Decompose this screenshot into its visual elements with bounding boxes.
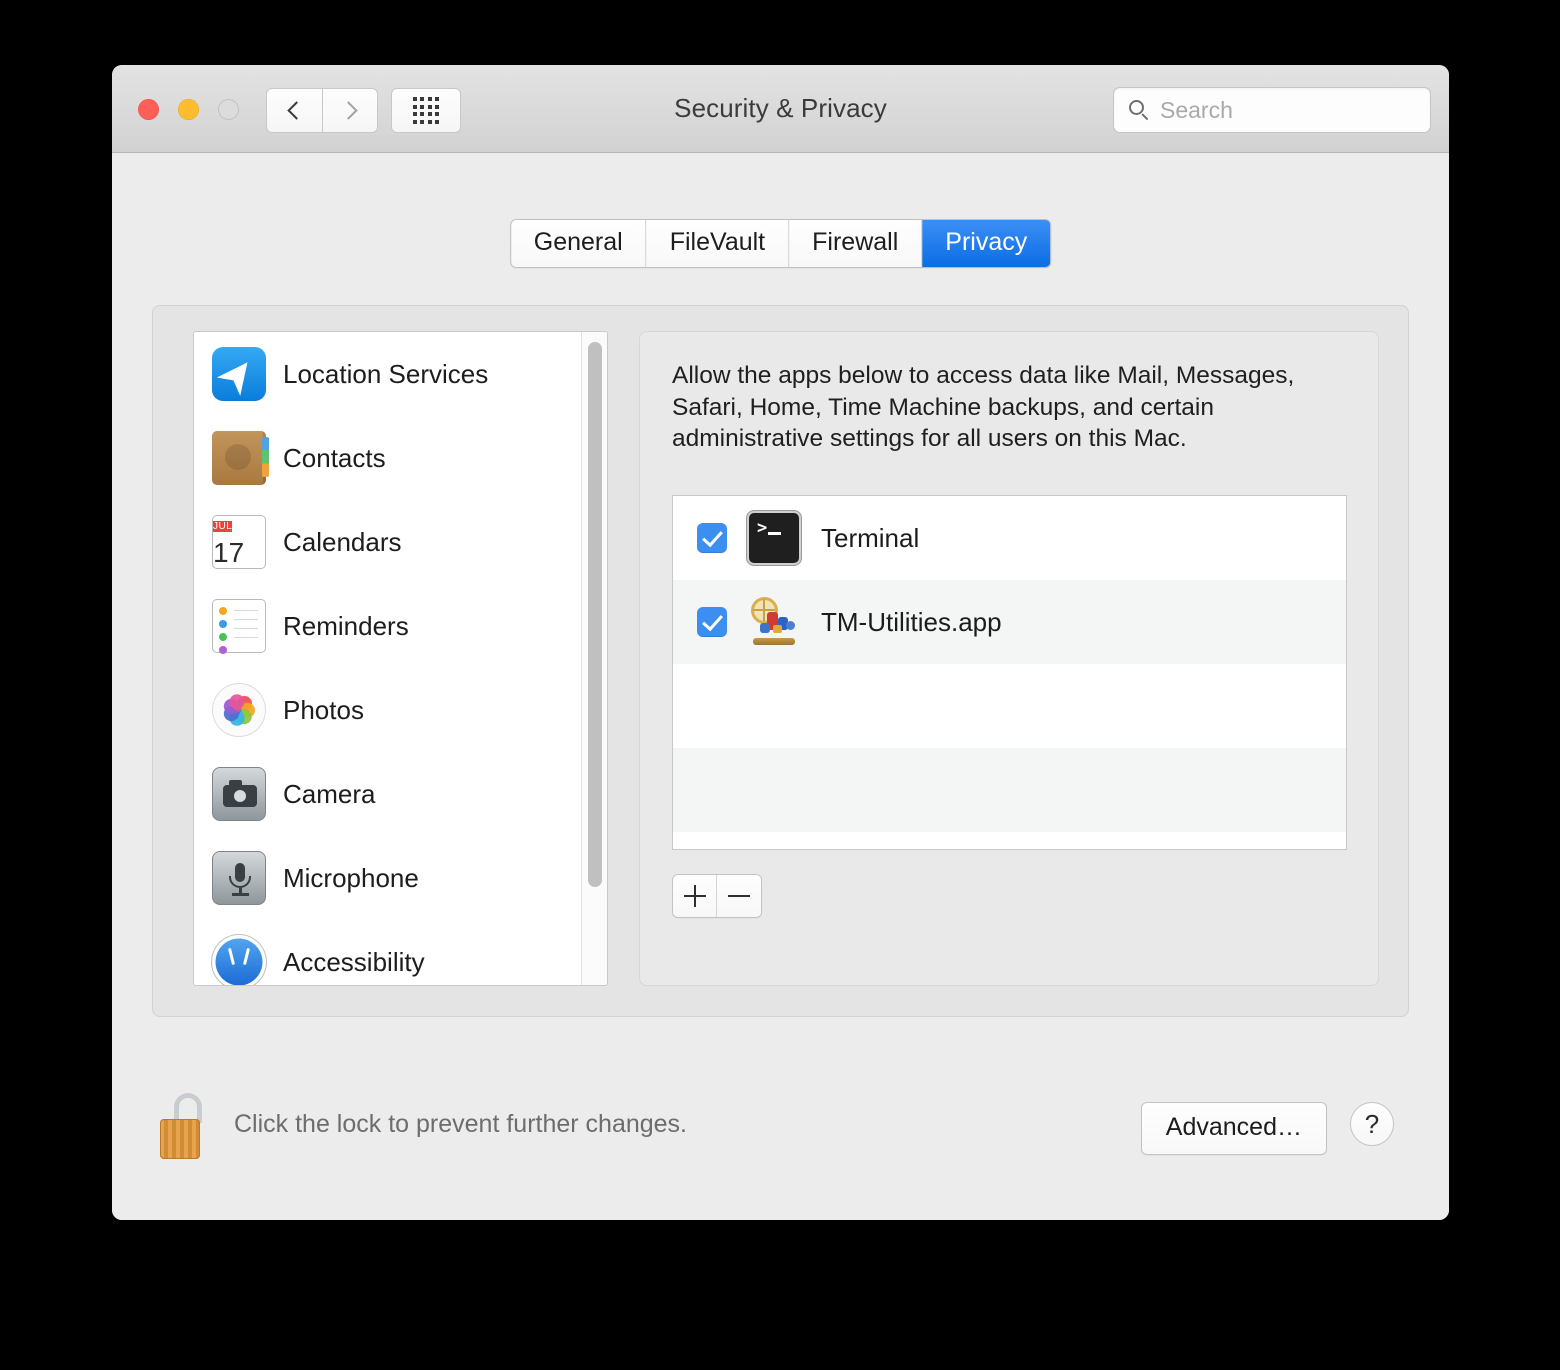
sidebar-item-location-services[interactable]: Location Services [194,332,581,416]
pane-description: Allow the apps below to access data like… [672,362,1295,453]
tm-utilities-icon [747,595,801,649]
camera-icon [212,767,266,821]
window-body: General FileVault Firewall Privacy Locat… [112,153,1449,1220]
sidebar-item-label: Contacts [283,442,386,473]
sidebar-item-contacts[interactable]: Contacts [194,416,581,500]
app-checkbox[interactable] [697,607,727,637]
calendar-month: JUL [213,521,233,532]
sidebar-item-reminders[interactable]: Reminders [194,584,581,668]
table-row[interactable]: > Terminal [673,496,1346,580]
sidebar-item-label: Calendars [283,526,402,557]
plus-icon [683,885,706,907]
window-titlebar: Security & Privacy Search [112,65,1449,153]
sidebar-item-label: Location Services [283,358,489,389]
remove-app-button[interactable] [717,875,761,917]
accessibility-icon [212,935,266,985]
calendars-icon: JUL 17 [212,515,266,569]
table-row[interactable]: TM-Utilities.app [673,580,1346,664]
unlocked-padlock-icon[interactable] [160,1093,216,1159]
search-field[interactable]: Search [1113,87,1431,133]
full-disk-access-pane: Allow the apps below to access data like… [639,331,1379,986]
calendar-day: 17 [213,537,245,568]
sidebar-item-label: Camera [283,778,376,809]
search-icon [1128,99,1150,121]
search-placeholder: Search [1160,96,1233,123]
sidebar-item-label: Microphone [283,862,419,893]
app-name: Terminal [821,522,920,553]
add-app-button[interactable] [673,875,717,917]
minus-icon [728,894,750,898]
tab-privacy[interactable]: Privacy [922,220,1051,267]
category-items: Location Services Contacts JUL 17 Calend… [194,332,581,985]
help-button[interactable]: ? [1350,1102,1394,1146]
table-row-empty [673,748,1346,832]
table-row-empty [673,664,1346,748]
sidebar-item-camera[interactable]: Camera [194,752,581,836]
sidebar-item-calendars[interactable]: JUL 17 Calendars [194,500,581,584]
app-name: TM-Utilities.app [821,606,1002,637]
add-remove-buttons [672,874,762,918]
privacy-panel: Location Services Contacts JUL 17 Calend… [152,305,1409,1017]
sidebar-item-photos[interactable]: Photos [194,668,581,752]
tab-bar: General FileVault Firewall Privacy [509,219,1052,268]
sidebar-item-accessibility[interactable]: Accessibility [194,920,581,985]
sidebar-item-microphone[interactable]: Microphone [194,836,581,920]
reminders-icon [212,599,266,654]
allowed-apps-list: > Terminal TM-Utilities.app [672,495,1347,850]
lock-hint-text: Click the lock to prevent further change… [234,1110,688,1138]
screen: Security & Privacy Search General FileVa… [0,0,1560,1370]
advanced-button[interactable]: Advanced… [1140,1102,1327,1155]
contacts-icon [212,431,269,485]
tab-filevault[interactable]: FileVault [646,220,790,267]
microphone-icon [212,851,266,905]
tab-general[interactable]: General [510,220,647,267]
scrollbar-thumb[interactable] [588,342,602,887]
photos-icon [212,683,266,737]
location-services-icon [212,347,266,401]
tab-firewall[interactable]: Firewall [789,220,923,267]
privacy-category-list: Location Services Contacts JUL 17 Calend… [193,331,608,986]
table-row-empty [673,832,1346,849]
sidebar-item-label: Photos [283,694,364,725]
sidebar-scrollbar[interactable] [581,332,607,985]
sidebar-item-label: Reminders [283,610,409,641]
system-preferences-window: Security & Privacy Search General FileVa… [112,65,1449,1220]
terminal-icon: > [747,511,801,565]
sidebar-item-label: Accessibility [283,946,425,977]
app-checkbox[interactable] [697,523,727,553]
bottom-bar: Click the lock to prevent further change… [112,1080,1449,1220]
